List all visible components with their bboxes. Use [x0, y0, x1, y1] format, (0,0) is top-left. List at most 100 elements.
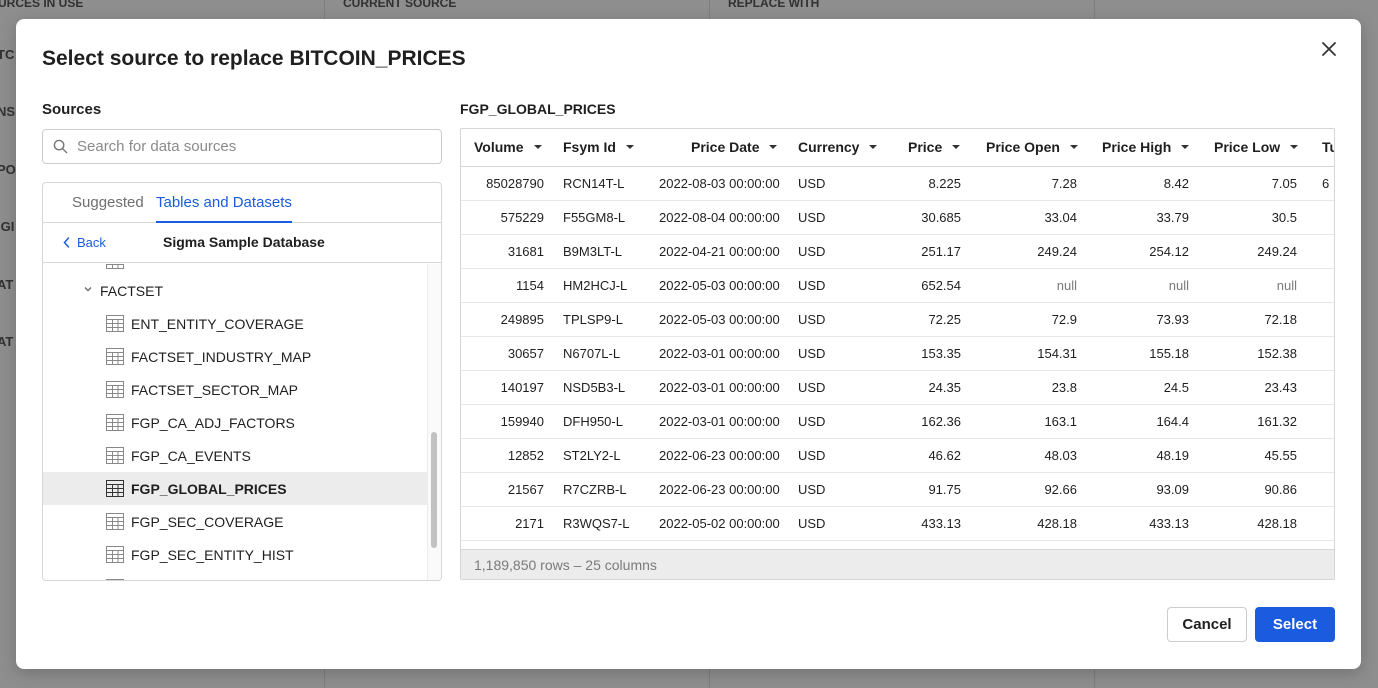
tree-item-label: FGP_GLOBAL_PRICES [131, 481, 287, 497]
column-header[interactable]: Volume [474, 139, 542, 155]
select-button[interactable]: Select [1255, 607, 1335, 642]
sources-label: Sources [42, 101, 102, 118]
table-row[interactable]: 2171 R3WQS7-L 2022-05-02 00:00:00 USD 433.13… [461, 507, 1334, 541]
table-row[interactable]: 159940 DFH950-L 2022-03-01 00:00:00 USD 162.… [461, 405, 1334, 439]
column-header[interactable]: Currency [798, 139, 878, 155]
tree-item-label: FACTSET_INDUSTRY_MAP [131, 349, 312, 365]
tree-item-table[interactable]: FACTSET_SECTOR_MAP [43, 373, 427, 406]
table-cell: 93.09 [1156, 482, 1189, 497]
tree-item-table[interactable]: FGP_SEC_ENTITY_HIST [43, 538, 427, 571]
table-cell: 2022-06-23 00:00:00 [659, 448, 780, 463]
table-cell: 72.9 [1051, 312, 1077, 327]
search-icon [53, 139, 68, 154]
back-button[interactable]: Back [63, 235, 106, 250]
table-cell: 8.225 [928, 176, 961, 191]
chevron-left-icon [63, 237, 70, 248]
table-row[interactable]: 85028790 RCN14T-L 2022-08-03 00:00:00 USD 8.… [461, 167, 1334, 201]
column-header[interactable]: Price High [1102, 139, 1190, 155]
table-cell: 155.18 [1149, 346, 1189, 361]
scrollbar-thumb[interactable] [431, 432, 437, 548]
table-cell: NSD5B3-L [563, 380, 626, 395]
table-cell: 33.04 [1044, 210, 1077, 225]
tree-item-table[interactable]: FGP_CA_ADJ_FACTORS [43, 406, 427, 439]
dialog-title: Select source to replace BITCOIN_PRICES [42, 47, 466, 70]
table-cell: TPLSP9-L [563, 312, 623, 327]
column-header[interactable]: Price Open [986, 139, 1078, 155]
table-cell: 2022-08-03 00:00:00 [659, 176, 780, 191]
sort-caret-icon[interactable] [1069, 145, 1078, 149]
chevron-down-icon [84, 287, 92, 292]
table-row[interactable]: 575229 F55GM8-L 2022-08-04 00:00:00 USD 30.6… [461, 201, 1334, 235]
sort-caret-icon[interactable] [952, 145, 961, 149]
column-header[interactable]: Price Date [691, 139, 778, 155]
tree-item-label: FGP_CA_EVENTS [131, 448, 251, 464]
table-cell: 91.75 [928, 482, 961, 497]
tree-item-label: FGP_SEC_ENTITY_HIST [131, 547, 294, 563]
table-row[interactable]: 12852 ST2LY2-L 2022-06-23 00:00:00 USD 46.62… [461, 439, 1334, 473]
table-row[interactable]: 21567 R7CZRB-L 2022-06-23 00:00:00 USD 91.75… [461, 473, 1334, 507]
table-row[interactable]: 1154 HM2HCJ-L 2022-05-03 00:00:00 USD 652.54… [461, 269, 1334, 303]
tree-item-table[interactable]: FACTSET_INDUSTRY_MAP [43, 340, 427, 373]
table-cell: 12852 [507, 448, 544, 463]
table-cell: USD [798, 244, 826, 259]
folder-label: FACTSET [100, 283, 164, 299]
sort-caret-icon[interactable] [1181, 145, 1190, 149]
table-cell: 249.24 [1037, 244, 1077, 259]
table-cell: 73.93 [1156, 312, 1189, 327]
table-cell: 433.13 [1149, 516, 1189, 531]
tree-item-label: ENT_ENTITY_COVERAGE [131, 316, 304, 332]
table-cell: 7.28 [1051, 176, 1077, 191]
search-box[interactable] [42, 129, 442, 164]
table-row[interactable]: 31681 B9M3LT-L 2022-04-21 00:00:00 USD 251.1… [461, 235, 1334, 269]
table-icon [106, 579, 124, 580]
column-header-label: Tu [1322, 139, 1334, 155]
sort-caret-icon[interactable] [625, 145, 634, 149]
table-cell: R3WQS7-L [563, 516, 630, 531]
tree-item-table[interactable]: FGP_GLOBAL_PRICES [43, 472, 427, 505]
table-cell: 48.19 [1156, 448, 1189, 463]
table-icon [106, 447, 124, 464]
table-cell: B9M3LT-L [563, 244, 623, 259]
tree-item-table[interactable]: FGP_SEC_COVERAGE [43, 505, 427, 538]
tree-item-table[interactable]: ENT_ENTITY_COVERAGE [43, 307, 427, 340]
tree-item-partial[interactable] [43, 571, 427, 580]
sort-caret-icon[interactable] [769, 145, 778, 149]
column-header[interactable]: Tu [1322, 139, 1334, 155]
table-cell: 2022-06-23 00:00:00 [659, 482, 780, 497]
sort-caret-icon[interactable] [1290, 145, 1299, 149]
table-row[interactable]: 140197 NSD5B3-L 2022-03-01 00:00:00 USD 24.3… [461, 371, 1334, 405]
column-header[interactable]: Price [908, 139, 961, 155]
tree-folder-factset[interactable]: FACTSET [43, 274, 427, 307]
table-cell: 2022-05-03 00:00:00 [659, 278, 780, 293]
search-input[interactable] [77, 138, 417, 155]
table-cell: 140197 [500, 380, 544, 395]
sort-caret-icon[interactable] [869, 145, 878, 149]
column-header-label: Price [908, 139, 943, 155]
close-icon [1322, 42, 1336, 56]
table-cell: 7.05 [1271, 176, 1297, 191]
back-label: Back [77, 235, 106, 250]
table-cell: 153.35 [921, 346, 961, 361]
sort-caret-icon[interactable] [533, 145, 542, 149]
tree-item-table[interactable]: FGP_CA_EVENTS [43, 439, 427, 472]
table-cell: 2022-03-01 00:00:00 [659, 414, 780, 429]
table-cell: 161.32 [1257, 414, 1297, 429]
tree-scrollbar[interactable] [427, 264, 441, 580]
tab-tables-and-datasets[interactable]: Tables and Datasets [156, 194, 292, 223]
column-header-label: Fsym Id [563, 139, 616, 155]
table-cell: 249.24 [1257, 244, 1297, 259]
cancel-button[interactable]: Cancel [1167, 607, 1247, 642]
table-cell: HM2HCJ-L [563, 278, 628, 293]
column-header[interactable]: Fsym Id [563, 139, 634, 155]
table-cell: 249895 [500, 312, 544, 327]
tab-suggested[interactable]: Suggested [72, 194, 144, 211]
close-button[interactable] [1319, 39, 1339, 59]
table-cell: 154.31 [1037, 346, 1077, 361]
table-row[interactable]: 249895 TPLSP9-L 2022-05-03 00:00:00 USD 72.2… [461, 303, 1334, 337]
table-cell: 30657 [507, 346, 544, 361]
table-icon [106, 315, 124, 332]
column-header[interactable]: Price Low [1214, 139, 1299, 155]
table-cell: 2022-05-03 00:00:00 [659, 312, 780, 327]
table-cell: 1154 [516, 278, 544, 293]
table-row[interactable]: 30657 N6707L-L 2022-03-01 00:00:00 USD 153.3… [461, 337, 1334, 371]
